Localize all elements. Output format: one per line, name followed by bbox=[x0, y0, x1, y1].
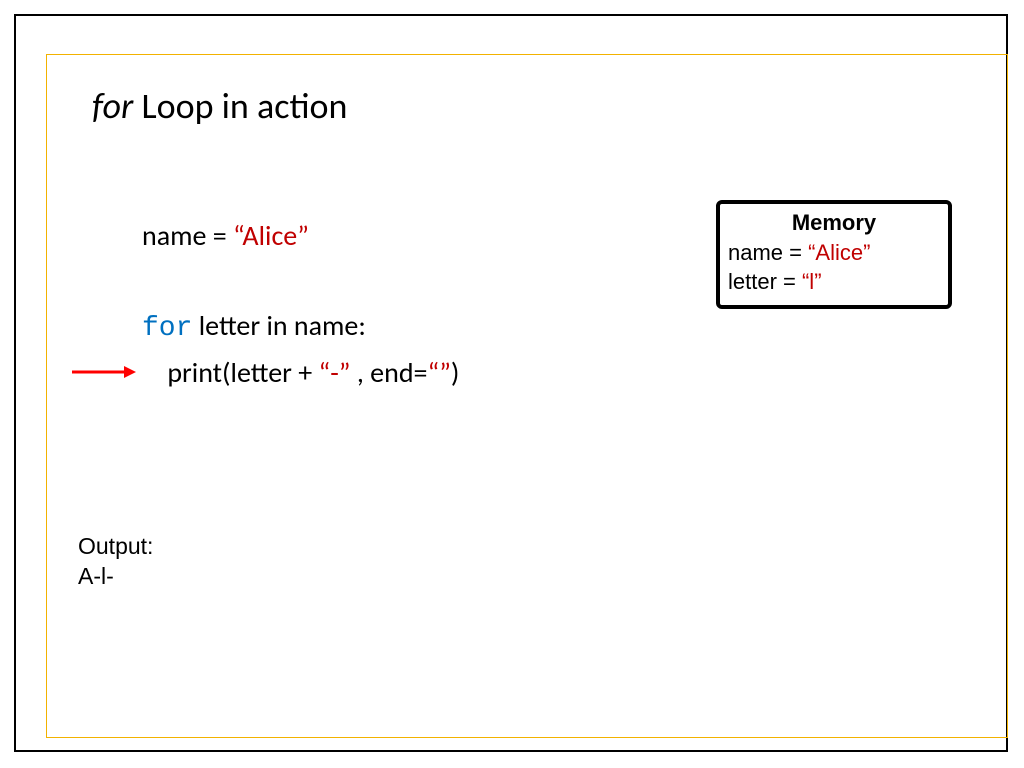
output-block: Output: A-l- bbox=[78, 532, 153, 592]
code-text: ) bbox=[451, 355, 460, 390]
code-line-2: for letter in name: bbox=[142, 304, 459, 352]
code-text: print(letter + bbox=[142, 355, 319, 390]
for-keyword: for bbox=[142, 313, 192, 344]
memory-panel: Memory name = “Alice” letter = “l” bbox=[716, 200, 952, 309]
memory-line-2: letter = “l” bbox=[728, 267, 940, 297]
output-value: A-l- bbox=[78, 562, 153, 592]
code-line-1: name = “Alice” bbox=[142, 214, 459, 259]
mem-var: letter = bbox=[728, 269, 802, 294]
output-label: Output: bbox=[78, 532, 153, 562]
string-literal: “-” bbox=[319, 355, 351, 390]
code-line-3: print(letter + “-” , end=“”) bbox=[142, 351, 459, 396]
code-text: , end= bbox=[351, 355, 428, 390]
memory-line-1: name = “Alice” bbox=[728, 238, 940, 268]
code-block: name = “Alice” for letter in name: print… bbox=[142, 214, 459, 396]
memory-title: Memory bbox=[728, 208, 940, 238]
code-text: name = bbox=[142, 218, 233, 253]
mem-var: name = bbox=[728, 240, 808, 265]
code-text: letter in name: bbox=[192, 308, 365, 343]
code-blank-line bbox=[142, 259, 459, 304]
slide-title: for Loop in action bbox=[92, 84, 347, 128]
title-for-keyword: for bbox=[92, 84, 133, 128]
string-literal: “Alice” bbox=[233, 218, 309, 253]
mem-val: “l” bbox=[802, 269, 822, 294]
mem-val: “Alice” bbox=[808, 240, 870, 265]
arrow-icon bbox=[70, 362, 140, 382]
title-rest: Loop in action bbox=[133, 84, 347, 128]
string-literal: “” bbox=[427, 355, 450, 390]
